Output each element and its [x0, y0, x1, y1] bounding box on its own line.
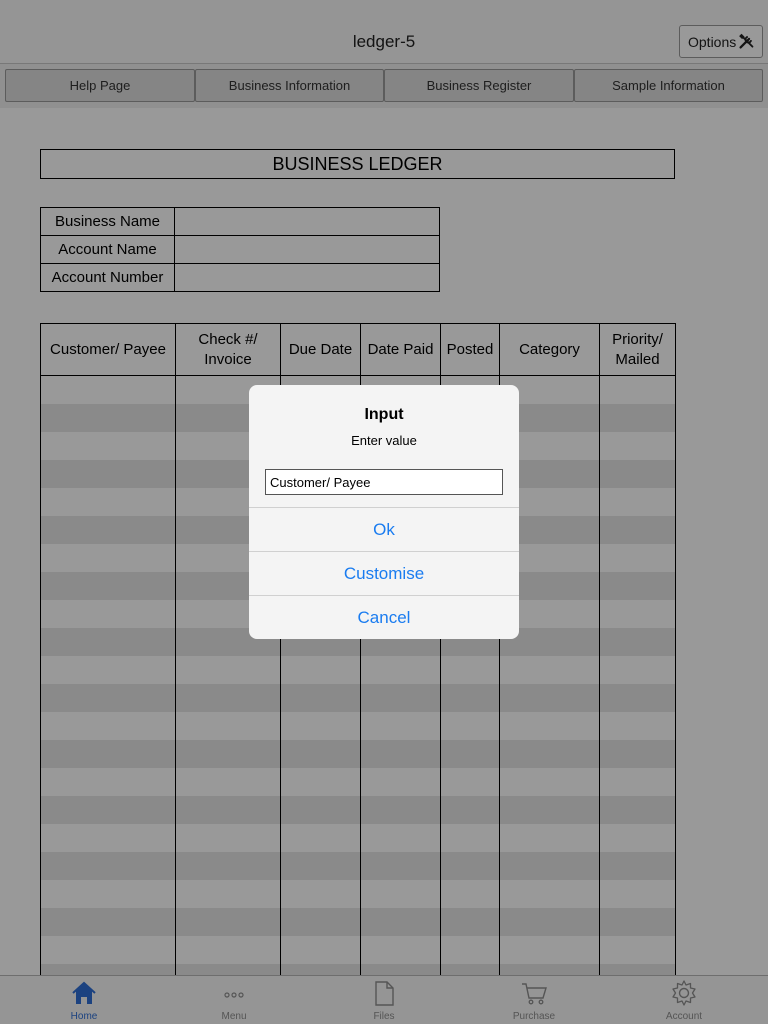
dialog-title: Input	[364, 406, 404, 423]
cancel-button[interactable]: Cancel	[249, 595, 519, 639]
dialog-message: Enter value	[351, 433, 417, 448]
dialog-value-input[interactable]	[265, 469, 503, 495]
customise-button[interactable]: Customise	[249, 551, 519, 595]
input-dialog: Input Enter value Ok Customise Cancel	[249, 385, 519, 639]
ok-button[interactable]: Ok	[249, 507, 519, 551]
